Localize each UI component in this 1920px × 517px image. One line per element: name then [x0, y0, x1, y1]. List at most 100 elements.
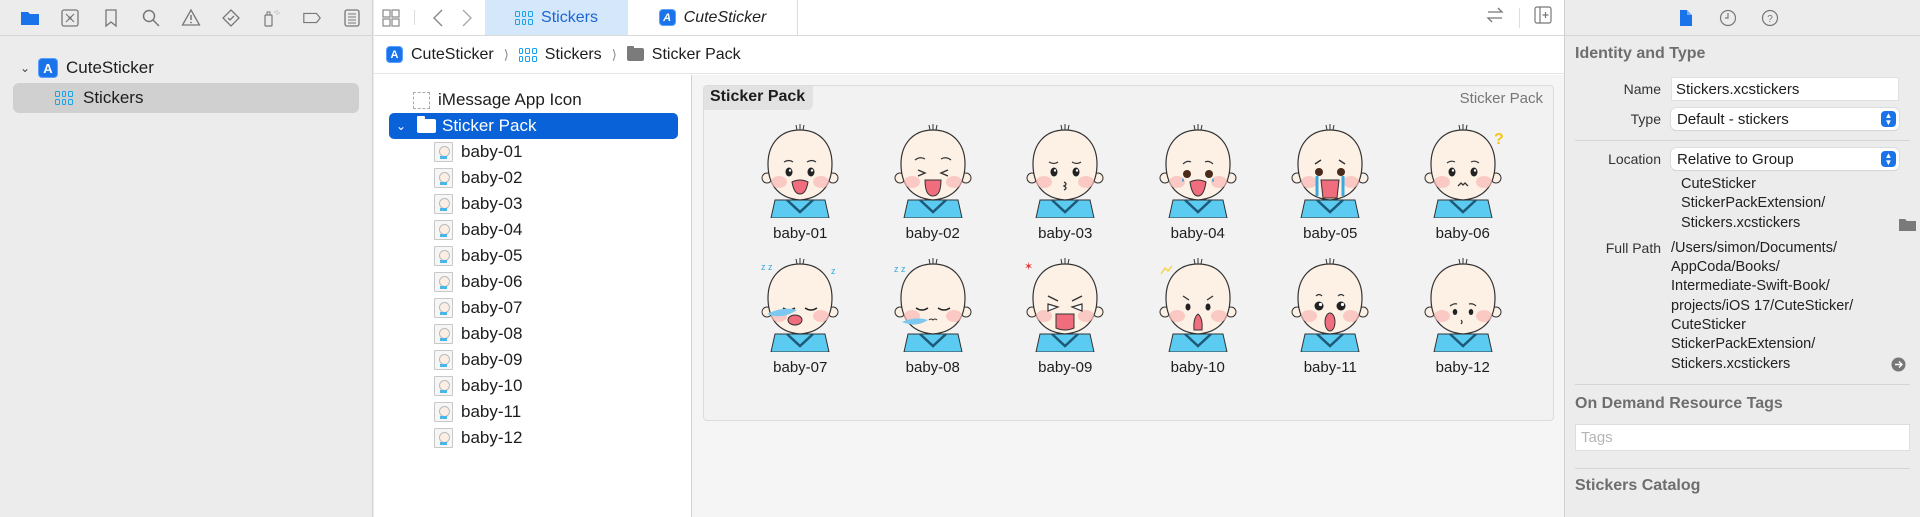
outline-item-sticker[interactable]: baby-02 [374, 165, 691, 191]
add-editor-button[interactable] [1534, 6, 1552, 29]
breadcrumb-label: CuteSticker [411, 45, 494, 63]
sticker-thumbnail-icon [434, 168, 453, 188]
sticker-pack-box: Sticker Pack Sticker Pack baby-01 baby-02… [703, 85, 1554, 421]
chevron-down-icon[interactable]: ⌄ [393, 119, 409, 133]
full-path-value: /Users/simon/Documents/ AppCoda/Books/ I… [1671, 239, 1906, 374]
source-control-navigator-button[interactable] [50, 3, 90, 33]
name-row: Name Stickers.xcstickers [1565, 74, 1920, 104]
outline-item-sticker[interactable]: baby-06 [374, 269, 691, 295]
sticker-item[interactable]: baby-04 [1132, 122, 1265, 242]
sticker-item[interactable]: baby-12 [1397, 256, 1530, 376]
outline-item-label: baby-12 [461, 428, 523, 447]
pack-title: Sticker Pack [704, 86, 814, 110]
inspector-tabs: ? [1565, 0, 1920, 36]
path-line: Stickers.xcstickers [1681, 214, 1801, 231]
tags-input[interactable]: Tags [1575, 423, 1910, 451]
swap-button[interactable] [1485, 6, 1505, 29]
svg-text:z z: z z [761, 262, 773, 272]
sticker-label: baby-11 [1303, 359, 1357, 376]
sticker-catalog-icon [515, 10, 534, 25]
svg-text:z: z [831, 266, 836, 276]
sticker-image [1020, 122, 1110, 223]
sticker-label: baby-03 [1038, 225, 1093, 242]
file-inspector-tab[interactable] [1676, 8, 1696, 28]
sticker-thumbnail-icon [434, 194, 453, 214]
sticker-catalog-icon [55, 91, 73, 105]
tab-stickers[interactable]: Stickers [485, 0, 628, 35]
test-navigator-button[interactable] [211, 3, 251, 33]
reveal-folder-icon[interactable] [1899, 217, 1916, 231]
debug-navigator-button[interactable] [251, 3, 291, 33]
project-navigator-button[interactable] [10, 3, 50, 33]
outline-item-sticker[interactable]: baby-09 [374, 347, 691, 373]
outline-item-imessage-app-icon[interactable]: iMessage App Icon [374, 87, 691, 113]
sticker-item[interactable]: baby-05 [1264, 122, 1397, 242]
sticker-thumbnail-icon [434, 376, 453, 396]
sticker-item[interactable]: ? baby-06 [1397, 122, 1530, 242]
location-value: Relative to Group [1677, 150, 1794, 168]
outline-item-label: baby-08 [461, 324, 523, 343]
app-store-icon: A [658, 9, 676, 26]
sticker-label: baby-07 [773, 359, 828, 376]
sticker-item[interactable]: baby-02 [867, 122, 1000, 242]
chevron-down-icon[interactable]: ⌄ [16, 61, 34, 75]
breadcrumb: A CuteSticker ⟩ Stickers ⟩ Sticker Pack [374, 36, 1564, 74]
forward-button[interactable] [455, 0, 479, 35]
bookmark-navigator-button[interactable] [90, 3, 130, 33]
sticker-item[interactable]: baby-10 [1132, 256, 1265, 376]
sticker-thumbnail-icon [434, 220, 453, 240]
sticker-item[interactable]: z z z baby-07 [734, 256, 867, 376]
history-inspector-tab[interactable] [1718, 8, 1738, 28]
tree-item-project[interactable]: ⌄ A CuteSticker [0, 53, 372, 83]
sticker-item[interactable]: baby-01 [734, 122, 867, 242]
name-field[interactable]: Stickers.xcstickers [1671, 77, 1899, 101]
path-line: AppCoda/Books/ [1671, 259, 1780, 276]
related-items-button[interactable] [374, 0, 408, 35]
sticker-catalog-icon [518, 47, 537, 62]
outline-item-sticker[interactable]: baby-12 [374, 425, 691, 451]
breadcrumb-item-sticker-pack[interactable]: Sticker Pack [626, 46, 741, 64]
type-popup[interactable]: Default - stickers ▲ ▼ [1671, 108, 1899, 130]
issue-navigator-button[interactable] [171, 3, 211, 33]
breadcrumb-item-stickers[interactable]: Stickers [518, 46, 602, 64]
outline-item-label: baby-09 [461, 350, 523, 369]
outline-item-sticker[interactable]: baby-11 [374, 399, 691, 425]
outline-item-sticker[interactable]: baby-01 [374, 139, 691, 165]
sticker-item[interactable]: ✶ baby-09 [999, 256, 1132, 376]
outline-item-label: baby-11 [461, 402, 522, 421]
outline-item-sticker[interactable]: baby-05 [374, 243, 691, 269]
outline-item-sticker[interactable]: baby-07 [374, 295, 691, 321]
sticker-thumbnail-icon [434, 246, 453, 266]
sticker-item[interactable]: baby-11 [1264, 256, 1397, 376]
outline-item-sticker-pack[interactable]: ⌄ Sticker Pack [389, 113, 678, 139]
breadcrumb-item-project[interactable]: A CuteSticker [386, 46, 494, 64]
outline-item-sticker[interactable]: baby-10 [374, 373, 691, 399]
help-inspector-tab[interactable]: ? [1760, 8, 1780, 28]
full-path-row: Full Path /Users/simon/Documents/ AppCod… [1565, 239, 1920, 374]
test-icon [222, 8, 241, 27]
location-popup[interactable]: Relative to Group ▲ ▼ [1671, 148, 1899, 170]
sticker-item[interactable]: z z baby-08 [867, 256, 1000, 376]
history-icon [1719, 9, 1736, 26]
tab-cutesticker[interactable]: A CuteSticker [628, 0, 798, 35]
sticker-image [1285, 256, 1375, 357]
breakpoint-navigator-button[interactable] [292, 3, 332, 33]
sticker-item[interactable]: baby-03 [999, 122, 1132, 242]
report-navigator-button[interactable] [332, 3, 372, 33]
sticker-image: ✶ [1020, 256, 1110, 357]
app-store-icon: A [38, 58, 58, 78]
tree-item-stickers[interactable]: Stickers [13, 83, 359, 113]
outline-item-sticker[interactable]: baby-04 [374, 217, 691, 243]
reveal-in-finder-arrow-icon[interactable] [1891, 357, 1906, 372]
debug-spray-icon [264, 9, 281, 27]
find-navigator-button[interactable] [131, 3, 171, 33]
outline-item-sticker[interactable]: baby-03 [374, 191, 691, 217]
path-line: Stickers.xcstickers [1671, 355, 1791, 372]
pack-type-label: Sticker Pack [1459, 90, 1543, 107]
asset-outline: iMessage App Icon ⌄ Sticker Pack baby-01… [374, 75, 692, 517]
location-label: Location [1608, 151, 1661, 167]
outline-item-sticker[interactable]: baby-08 [374, 321, 691, 347]
app-store-icon: A [386, 46, 403, 63]
back-button[interactable] [421, 0, 455, 35]
tab-label: Stickers [541, 8, 598, 26]
